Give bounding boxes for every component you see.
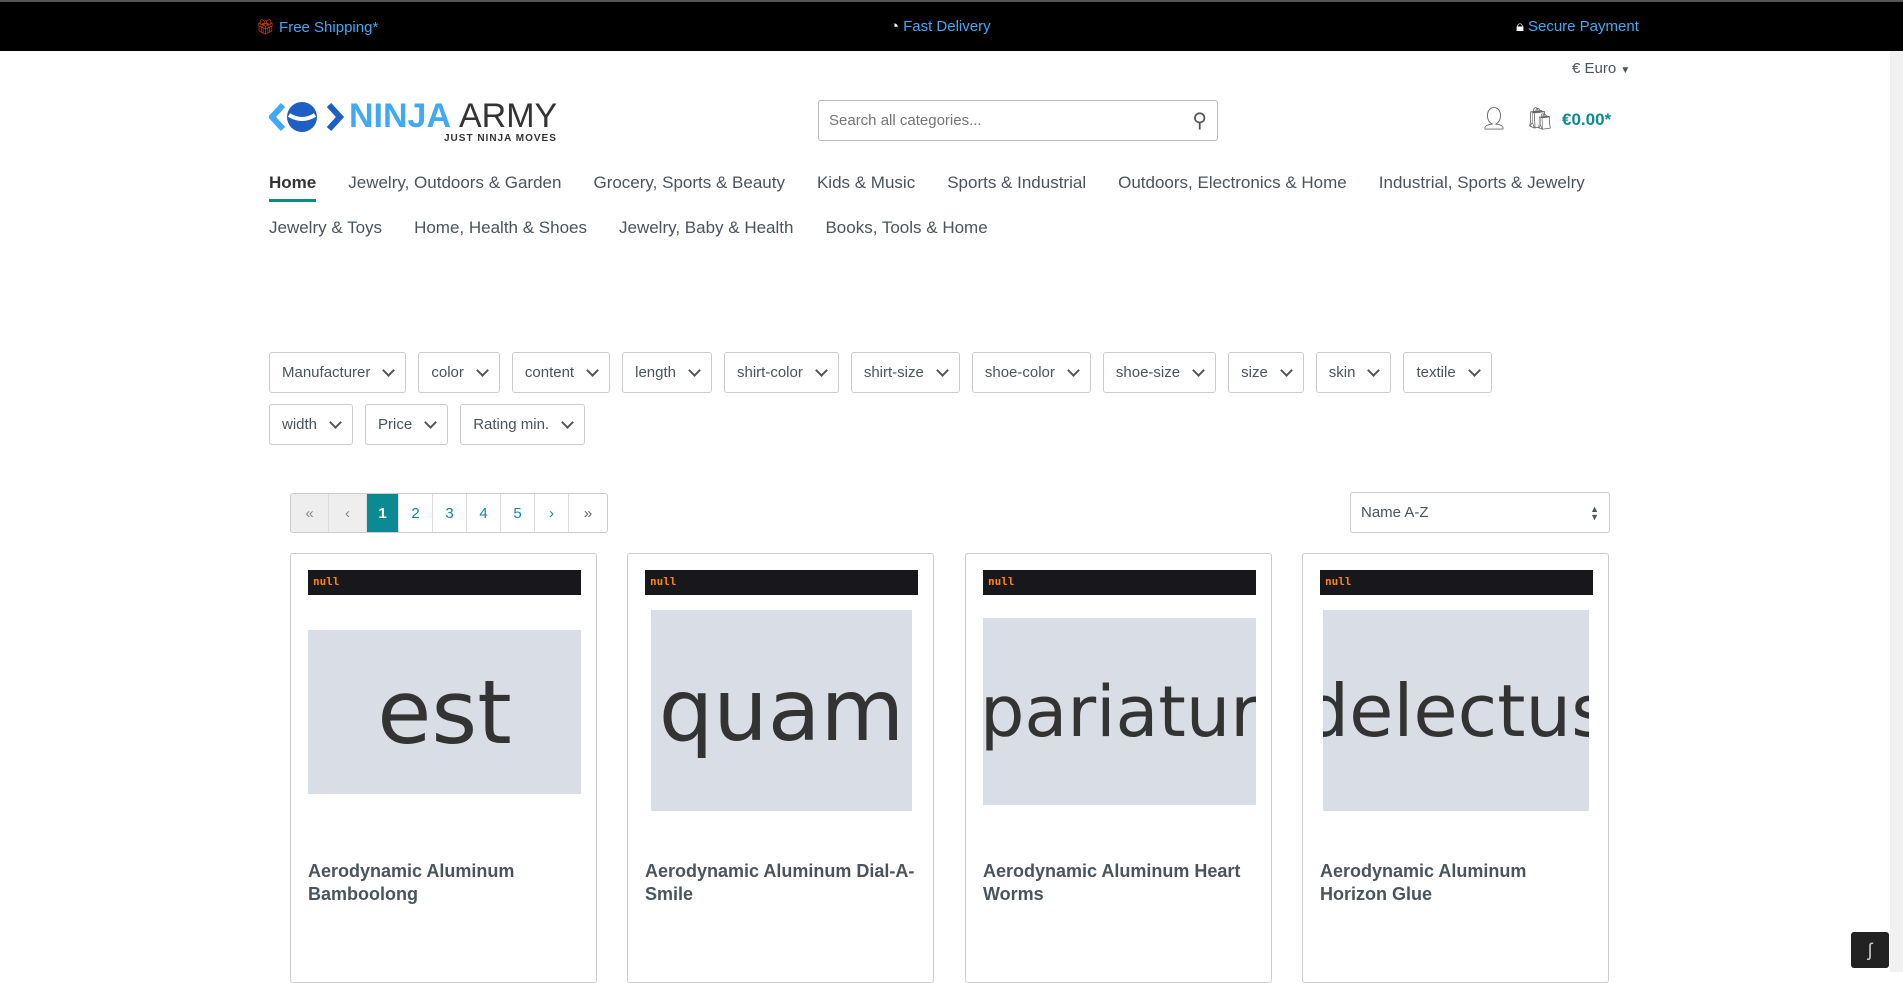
lock-icon: 🔒︎ [1516, 18, 1524, 35]
product-image[interactable]: est [308, 630, 581, 794]
filter-row-2: width Price Rating min. [269, 404, 586, 445]
nav-item[interactable]: Jewelry, Baby & Health [619, 218, 793, 238]
product-name[interactable]: Aerodynamic Aluminum Dial-A-Smile [645, 860, 920, 906]
chevron-down-icon [424, 415, 438, 429]
product-name[interactable]: Aerodynamic Aluminum Bamboolong [308, 860, 583, 906]
filter-dropdown[interactable]: textile [1403, 352, 1492, 393]
chevron-down-icon [1367, 363, 1381, 377]
product-card[interactable]: null delectus Aerodynamic Aluminum Horizon… [1302, 553, 1609, 983]
product-image[interactable]: pariatur [983, 618, 1256, 805]
account-icon[interactable]: 👤︎ [1480, 106, 1508, 132]
chevron-down-icon [561, 415, 574, 429]
product-name[interactable]: Aerodynamic Aluminum Heart Worms [983, 860, 1258, 906]
caret-down-icon: ▼ [1620, 65, 1631, 76]
product-badge: null [983, 570, 1256, 595]
chevron-down-icon [1067, 363, 1080, 377]
main-nav-row-1: Home Jewelry, Outdoors & Garden Grocery,… [269, 173, 1585, 202]
filter-dropdown[interactable]: shirt-color [723, 352, 839, 393]
chevron-down-icon [1192, 363, 1205, 377]
nav-item[interactable]: Grocery, Sports & Beauty [593, 173, 784, 202]
page-1-button[interactable]: 1 [367, 494, 399, 532]
filter-dropdown[interactable]: skin [1315, 352, 1392, 393]
symfony-toolbar-icon[interactable]: ʃ [1851, 932, 1889, 968]
last-page-button[interactable]: » [569, 494, 607, 532]
cart-icon[interactable]: 🛍︎ [1526, 106, 1554, 132]
search-icon[interactable]: ⚲ [1192, 108, 1207, 133]
chevron-down-icon [1279, 363, 1293, 377]
filter-dropdown[interactable]: shoe-size [1102, 352, 1217, 393]
chevron-down-icon [688, 363, 701, 377]
top-info-bar: 🎁︎ Free Shipping* ◔ Fast Delivery 🔒︎ Secure… [0, 0, 1903, 51]
fast-delivery: ◔ Fast Delivery [890, 18, 991, 35]
chevron-down-icon [814, 363, 828, 377]
filter-dropdown[interactable]: Manufacturer [269, 352, 407, 393]
chevron-down-icon [935, 363, 949, 377]
filter-dropdown[interactable]: size [1228, 352, 1304, 393]
nav-item[interactable]: Sports & Industrial [947, 173, 1086, 202]
nav-item[interactable]: Kids & Music [817, 173, 915, 202]
sort-arrows-icon: ▲ ▼ [1590, 503, 1599, 522]
product-image[interactable]: quam [651, 610, 912, 811]
svg-text:ARMY: ARMY [459, 97, 557, 135]
first-page-button[interactable]: « [291, 494, 329, 532]
main-nav-row-2: Jewelry & Toys Home, Health & Shoes Jewe… [269, 218, 988, 238]
free-shipping: 🎁︎ Free Shipping* [256, 18, 379, 37]
nav-item[interactable]: Books, Tools & Home [825, 218, 987, 238]
chevron-down-icon [329, 415, 342, 429]
svg-text:NINJA: NINJA [349, 97, 451, 135]
product-image[interactable]: delectus [1323, 610, 1589, 811]
chevron-down-icon [382, 363, 396, 377]
filter-dropdown[interactable]: shirt-size [850, 352, 960, 393]
page-4-button[interactable]: 4 [467, 494, 501, 532]
search-input[interactable] [829, 112, 1193, 129]
product-badge: null [308, 570, 581, 595]
logo-icon: NINJA ARMY JUST NINJA MOVES [267, 97, 557, 144]
filter-dropdown[interactable]: content [511, 352, 611, 393]
product-name[interactable]: Aerodynamic Aluminum Horizon Glue [1320, 860, 1595, 906]
filter-dropdown[interactable]: length [622, 352, 712, 393]
nav-item[interactable]: Jewelry & Toys [269, 218, 382, 238]
nav-home[interactable]: Home [269, 173, 317, 202]
cart-total[interactable]: €0.00* [1562, 110, 1611, 130]
product-badge: null [1320, 570, 1593, 595]
product-card[interactable]: null pariatur Aerodynamic Aluminum Heart W… [965, 553, 1272, 983]
nav-item[interactable]: Industrial, Sports & Jewelry [1379, 173, 1585, 202]
chevron-down-icon [1467, 363, 1481, 377]
sort-select[interactable]: Name A-Z ▲ ▼ [1350, 492, 1610, 533]
search-box[interactable]: ⚲ [818, 100, 1218, 141]
chevron-down-icon [586, 363, 599, 377]
product-badge: null [645, 570, 918, 595]
page-2-button[interactable]: 2 [399, 494, 433, 532]
page-5-button[interactable]: 5 [501, 494, 535, 532]
nav-item[interactable]: Outdoors, Electronics & Home [1118, 173, 1347, 202]
filter-dropdown[interactable]: Rating min. [460, 404, 586, 445]
prev-page-button[interactable]: ‹ [329, 494, 367, 532]
filter-dropdown[interactable]: color [418, 352, 500, 393]
chevron-down-icon [476, 363, 489, 377]
secure-payment: 🔒︎ Secure Payment [1516, 18, 1639, 35]
filter-dropdown[interactable]: width [269, 404, 354, 445]
gift-icon: 🎁︎ [256, 19, 276, 36]
nav-item[interactable]: Jewelry, Outdoors & Garden [348, 173, 561, 202]
product-card[interactable]: null quam Aerodynamic Aluminum Dial-A-Smil… [627, 553, 934, 983]
next-page-button[interactable]: › [535, 494, 569, 532]
filter-row-1: Manufacturer color content length shirt-colo… [269, 352, 1492, 393]
filter-dropdown[interactable]: Price [365, 404, 449, 445]
filter-dropdown[interactable]: shoe-color [971, 352, 1091, 393]
scrollbar[interactable] [1890, 51, 1903, 972]
product-card[interactable]: null est Aerodynamic Aluminum Bamboolong [290, 553, 597, 983]
speedometer-icon: ◔ [890, 18, 900, 35]
logo[interactable]: NINJA ARMY JUST NINJA MOVES [267, 93, 574, 144]
pagination: « ‹ 1 2 3 4 5 › » [290, 493, 608, 533]
currency-dropdown[interactable]: € Euro ▼ [1572, 60, 1630, 77]
svg-text:JUST NINJA MOVES: JUST NINJA MOVES [444, 133, 557, 143]
nav-item[interactable]: Home, Health & Shoes [414, 218, 587, 238]
page-3-button[interactable]: 3 [433, 494, 467, 532]
